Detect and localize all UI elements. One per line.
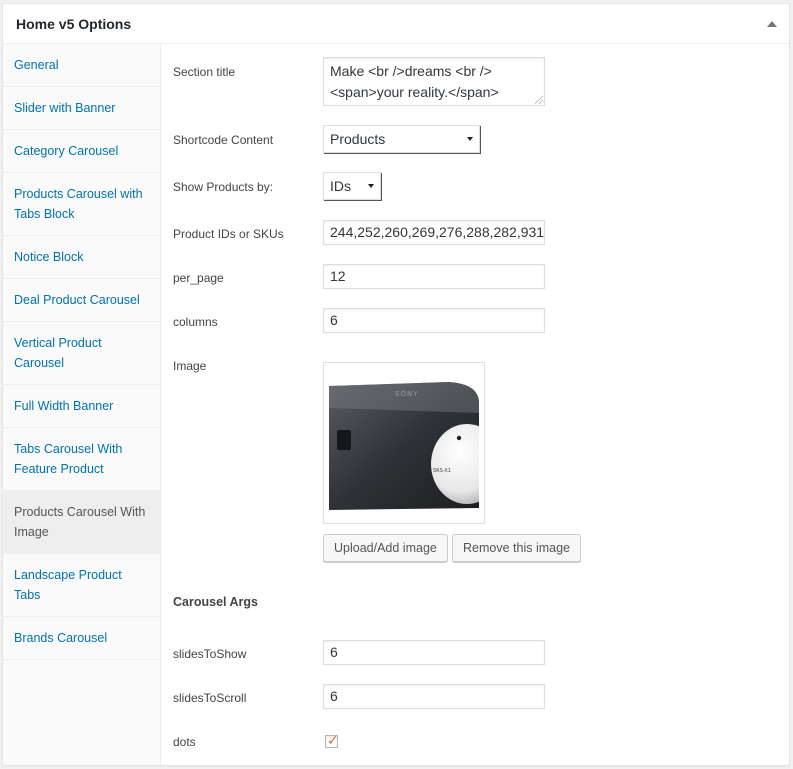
carousel-args-heading: Carousel Args bbox=[173, 595, 258, 609]
options-panel: General Slider with Banner Category Caro… bbox=[3, 44, 789, 765]
per-page-label: per_page bbox=[173, 271, 224, 285]
home-v5-options-metabox: Home v5 Options General Slider with Bann… bbox=[2, 3, 790, 766]
image-preview: SONY SRS-X1 bbox=[323, 362, 503, 524]
tab-category-carousel[interactable]: Category Carousel bbox=[3, 130, 160, 173]
tab-general[interactable]: General bbox=[3, 44, 160, 87]
tab-label: Brands Carousel bbox=[14, 631, 108, 645]
upload-image-button[interactable]: Upload/Add image bbox=[323, 534, 448, 562]
tab-content-form: Section title Make <br />dreams <br /><s… bbox=[161, 44, 789, 765]
tab-vertical-product-carousel[interactable]: Vertical Product Carousel bbox=[3, 322, 160, 385]
brand-text: SONY bbox=[395, 390, 418, 398]
show-products-by-label: Show Products by: bbox=[173, 180, 274, 194]
product-image: SONY SRS-X1 bbox=[329, 368, 503, 518]
section-title-textarea[interactable]: Make <br />dreams <br /><span>your reali… bbox=[323, 57, 545, 106]
show-products-by-select[interactable]: IDs bbox=[323, 172, 381, 200]
tab-label: Products Carousel with Tabs Block bbox=[14, 187, 143, 221]
tab-full-width-banner[interactable]: Full Width Banner bbox=[3, 385, 160, 428]
tab-label: Landscape Product Tabs bbox=[14, 568, 122, 602]
slides-to-scroll-input[interactable]: 6 bbox=[323, 684, 545, 709]
tab-label: Vertical Product Carousel bbox=[14, 336, 102, 370]
slides-to-scroll-value: 6 bbox=[330, 688, 338, 704]
slides-to-scroll-label: slidesToScroll bbox=[173, 691, 247, 705]
tab-label: Full Width Banner bbox=[14, 399, 114, 413]
tab-slider-with-banner[interactable]: Slider with Banner bbox=[3, 87, 160, 130]
tab-label: Deal Product Carousel bbox=[14, 293, 140, 307]
slides-to-show-input[interactable]: 6 bbox=[323, 640, 545, 665]
shortcode-content-label: Shortcode Content bbox=[173, 133, 274, 147]
speaker-text: SRS-X1 bbox=[433, 468, 451, 474]
options-tabs: General Slider with Banner Category Caro… bbox=[3, 44, 161, 765]
slides-to-show-label: slidesToShow bbox=[173, 647, 247, 661]
remove-image-label: Remove this image bbox=[463, 541, 570, 555]
tab-label: Category Carousel bbox=[14, 144, 119, 158]
checkmark-icon: ✓ bbox=[327, 732, 339, 748]
tab-brands-carousel[interactable]: Brands Carousel bbox=[3, 617, 160, 660]
slides-to-show-value: 6 bbox=[330, 644, 338, 660]
dots-label: dots bbox=[173, 735, 196, 749]
shortcode-content-value: Products bbox=[330, 131, 386, 147]
per-page-value: 12 bbox=[330, 268, 346, 284]
chevron-down-icon bbox=[368, 184, 374, 188]
tab-label: General bbox=[14, 58, 59, 72]
collapse-toggle-icon[interactable] bbox=[767, 20, 777, 27]
metabox-header[interactable]: Home v5 Options bbox=[3, 4, 789, 44]
tab-notice-block[interactable]: Notice Block bbox=[3, 236, 160, 279]
chevron-down-icon bbox=[467, 137, 473, 141]
tab-tabs-carousel-with-feature-product[interactable]: Tabs Carousel With Feature Product bbox=[3, 428, 160, 491]
tab-products-carousel-with-tabs-block[interactable]: Products Carousel with Tabs Block bbox=[3, 173, 160, 236]
dots-checkbox[interactable]: ✓ bbox=[325, 732, 339, 748]
section-title-label: Section title bbox=[173, 65, 236, 79]
columns-input[interactable]: 6 bbox=[323, 308, 545, 333]
metabox-title: Home v5 Options bbox=[16, 15, 132, 32]
image-label: Image bbox=[173, 359, 207, 373]
tab-landscape-product-tabs[interactable]: Landscape Product Tabs bbox=[3, 554, 160, 617]
per-page-input[interactable]: 12 bbox=[323, 264, 545, 289]
upload-image-label: Upload/Add image bbox=[334, 541, 437, 555]
columns-label: columns bbox=[173, 315, 218, 329]
tab-label: Tabs Carousel With Feature Product bbox=[14, 442, 123, 476]
resize-grip-icon[interactable] bbox=[535, 96, 543, 104]
tab-deal-product-carousel[interactable]: Deal Product Carousel bbox=[3, 279, 160, 322]
tab-label: Products Carousel With Image bbox=[14, 505, 146, 539]
tab-products-carousel-with-image[interactable]: Products Carousel With Image bbox=[3, 491, 160, 554]
tab-label: Slider with Banner bbox=[14, 101, 116, 115]
columns-value: 6 bbox=[330, 312, 338, 328]
tab-label: Notice Block bbox=[14, 250, 84, 264]
shortcode-content-select[interactable]: Products bbox=[323, 125, 480, 153]
remove-image-button[interactable]: Remove this image bbox=[452, 534, 581, 562]
product-ids-value: 244,252,260,269,276,288,282,931 bbox=[330, 224, 545, 240]
product-ids-input[interactable]: 244,252,260,269,276,288,282,931 bbox=[323, 220, 545, 245]
section-title-value: Make <br />dreams <br /><span>your reali… bbox=[330, 63, 499, 100]
product-ids-label: Product IDs or SKUs bbox=[173, 227, 284, 241]
show-products-by-value: IDs bbox=[330, 178, 351, 194]
